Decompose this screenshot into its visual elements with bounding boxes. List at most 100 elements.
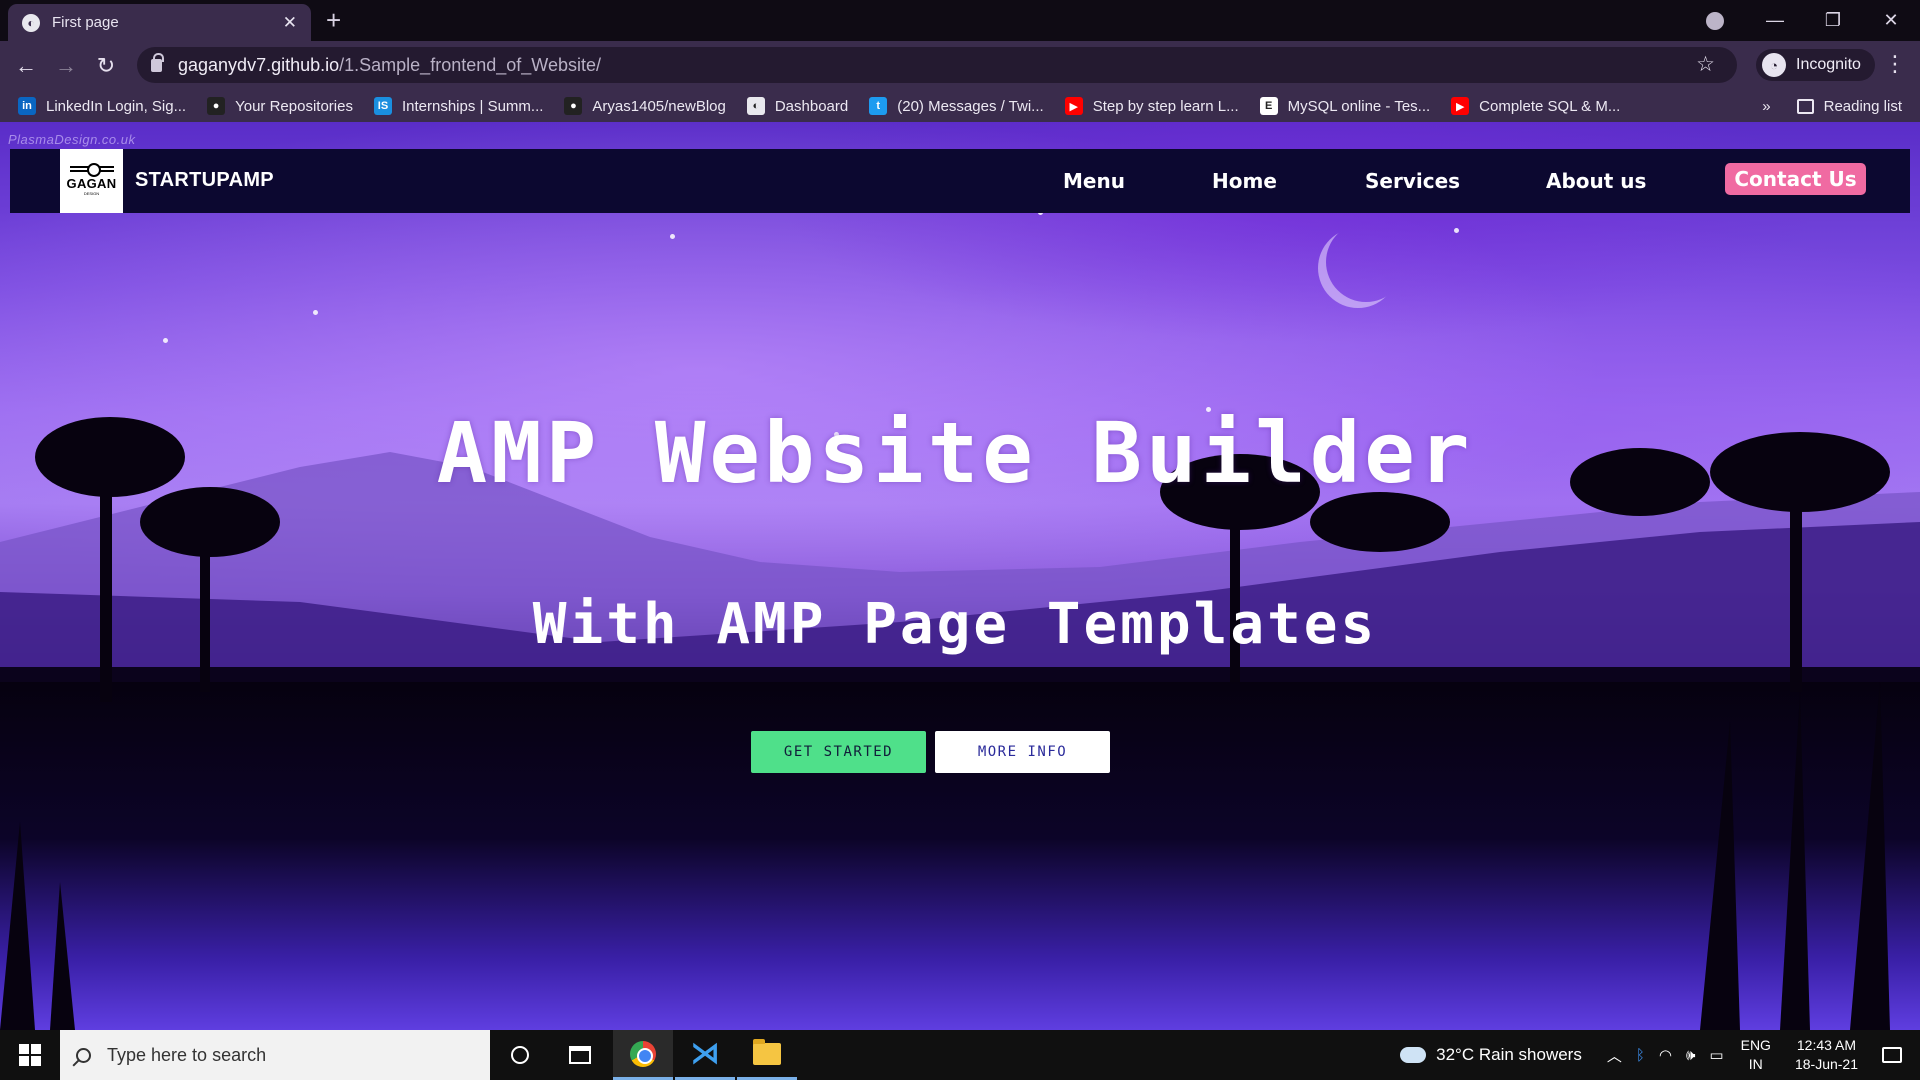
bookmark-item[interactable]: E MySQL online - Tes... bbox=[1259, 97, 1431, 115]
tab-strip: ◐ First page ✕ + — ❐ ✕ bbox=[0, 0, 1920, 41]
nav-menu[interactable]: Menu bbox=[1063, 169, 1125, 193]
bookmark-label: Step by step learn L... bbox=[1092, 97, 1239, 115]
reading-list-icon[interactable] bbox=[1796, 98, 1814, 114]
youtube-icon: ▶ bbox=[1451, 97, 1470, 115]
page-viewport: PlasmaDesign.co.uk GAGAN DESIGN STARTUPA… bbox=[0, 122, 1920, 1030]
clock-time: 12:43 AM bbox=[1796, 1037, 1857, 1053]
search-placeholder: Type here to search bbox=[107, 1044, 267, 1065]
bookmark-item[interactable]: IS Internships | Summ... bbox=[373, 97, 544, 115]
url-path: /1.Sample_frontend_of_Website/ bbox=[339, 54, 601, 75]
taskbar-search[interactable]: Type here to search bbox=[60, 1030, 490, 1080]
site-logo[interactable]: GAGAN DESIGN bbox=[60, 149, 123, 213]
e-icon: E bbox=[1259, 97, 1278, 115]
star-graphic bbox=[313, 310, 318, 315]
youtube-icon: ▶ bbox=[1064, 97, 1083, 115]
lang-code: ENG bbox=[1740, 1037, 1771, 1053]
browser-tab[interactable]: ◐ First page ✕ bbox=[8, 4, 311, 41]
close-tab-icon[interactable]: ✕ bbox=[283, 13, 297, 33]
brand-name[interactable]: STARTUPAMP bbox=[135, 169, 274, 192]
weather-widget[interactable]: 32°C Rain showers bbox=[1396, 1041, 1582, 1065]
bookmark-item[interactable]: ◐ Dashboard bbox=[746, 97, 849, 115]
bookmark-item[interactable]: ▶ Complete SQL & M... bbox=[1451, 97, 1620, 115]
window-controls: — ❐ ✕ bbox=[1706, 0, 1920, 41]
clock-date: 18-Jun-21 bbox=[1794, 1056, 1858, 1072]
nav-services[interactable]: Services bbox=[1365, 169, 1460, 193]
nav-about[interactable]: About us bbox=[1546, 169, 1646, 193]
vscode-icon: ⋊ bbox=[690, 1037, 720, 1070]
weather-text: 32°C Rain showers bbox=[1436, 1045, 1582, 1064]
hero-title: AMP Website Builder bbox=[436, 404, 1474, 502]
taskbar-vscode[interactable]: ⋊ bbox=[675, 1030, 735, 1080]
star-graphic bbox=[670, 234, 675, 239]
bookmark-item[interactable]: ● Aryas1405/newBlog bbox=[564, 97, 726, 115]
bookmark-label: Internships | Summ... bbox=[401, 97, 544, 115]
github-icon: ● bbox=[207, 97, 226, 115]
region-code: IN bbox=[1748, 1056, 1763, 1072]
bookmark-label: Dashboard bbox=[774, 97, 849, 115]
minimize-icon[interactable]: — bbox=[1746, 10, 1804, 31]
site-navbar: GAGAN DESIGN STARTUPAMP Menu Home Servic… bbox=[10, 149, 1910, 213]
back-icon[interactable]: ← bbox=[12, 53, 40, 79]
cortana-button[interactable] bbox=[490, 1030, 550, 1080]
chrome-icon bbox=[630, 1040, 656, 1067]
incognito-badge[interactable]: ◔ Incognito bbox=[1756, 49, 1875, 81]
windows-start-icon[interactable] bbox=[0, 1030, 60, 1080]
contact-us-button[interactable]: Contact Us bbox=[1725, 163, 1866, 195]
get-started-button[interactable]: GET STARTED bbox=[751, 731, 926, 773]
globe-icon: ◐ bbox=[22, 13, 40, 32]
profile-label: Incognito bbox=[1796, 56, 1861, 73]
language-indicator[interactable]: ENG IN bbox=[1741, 1036, 1771, 1074]
taskbar-file-explorer[interactable] bbox=[737, 1030, 797, 1080]
tab-title: First page bbox=[52, 14, 119, 31]
linkedin-icon: in bbox=[18, 97, 36, 115]
notification-icon[interactable] bbox=[1882, 1047, 1902, 1063]
logo-text: GAGAN bbox=[66, 176, 117, 191]
bookmark-label: Your Repositories bbox=[235, 97, 353, 115]
logo-subtext: DESIGN bbox=[83, 191, 100, 196]
restore-icon[interactable]: ❐ bbox=[1804, 10, 1862, 31]
reading-list-label[interactable]: Reading list bbox=[1824, 98, 1902, 115]
tab-search-icon[interactable] bbox=[1706, 11, 1724, 30]
twitter-icon: t bbox=[869, 97, 888, 115]
menu-kebab-icon[interactable]: ⋮ bbox=[1884, 52, 1906, 76]
cortana-icon bbox=[511, 1046, 529, 1064]
internshala-icon: IS bbox=[373, 97, 392, 115]
nav-home[interactable]: Home bbox=[1212, 169, 1277, 193]
bookmark-item[interactable]: ▶ Step by step learn L... bbox=[1064, 97, 1239, 115]
lock-icon[interactable] bbox=[151, 52, 164, 72]
bookmark-item[interactable]: t (20) Messages / Twi... bbox=[869, 97, 1044, 115]
globe-icon: ◐ bbox=[746, 97, 765, 115]
address-bar[interactable]: gaganydv7.github.io/1.Sample_frontend_of… bbox=[137, 47, 1737, 83]
taskbar-chrome[interactable] bbox=[613, 1030, 673, 1080]
bookmarks-bar: in LinkedIn Login, Sig... ● Your Repositori… bbox=[0, 90, 1920, 122]
bookmark-item[interactable]: ● Your Repositories bbox=[207, 97, 353, 115]
more-info-button[interactable]: MORE INFO bbox=[935, 731, 1110, 773]
system-tray: 32°C Rain showers ︿ ᛒ ◠ 🕪 ▭ ENG IN 12:43… bbox=[1396, 1030, 1920, 1080]
new-tab-button[interactable]: + bbox=[326, 6, 341, 34]
bookmark-item[interactable]: in LinkedIn Login, Sig... bbox=[18, 97, 186, 115]
bookmarks-overflow: » Reading list bbox=[1762, 90, 1902, 122]
chevron-up-icon[interactable]: ︿ bbox=[1607, 1045, 1622, 1066]
task-view-button[interactable] bbox=[550, 1030, 610, 1080]
github-icon: ● bbox=[564, 97, 583, 115]
url-text[interactable]: gaganydv7.github.io/1.Sample_frontend_of… bbox=[178, 55, 601, 76]
wifi-icon[interactable]: ◠ bbox=[1659, 1046, 1672, 1064]
moon-graphic bbox=[1326, 222, 1406, 302]
clock[interactable]: 12:43 AM 18-Jun-21 bbox=[1795, 1036, 1858, 1074]
bookmark-label: (20) Messages / Twi... bbox=[897, 97, 1044, 115]
forward-icon[interactable]: → bbox=[52, 53, 80, 79]
reload-icon[interactable]: ↻ bbox=[92, 53, 120, 79]
chevron-double-right-icon[interactable]: » bbox=[1762, 98, 1770, 115]
hero-subtitle: With AMP Page Templates bbox=[532, 592, 1378, 657]
volume-icon[interactable]: 🕪 bbox=[1686, 1047, 1695, 1064]
battery-icon[interactable]: ▭ bbox=[1709, 1046, 1723, 1064]
url-host: gaganydv7.github.io bbox=[178, 54, 340, 75]
bluetooth-icon[interactable]: ᛒ bbox=[1636, 1047, 1645, 1064]
weather-cloud-icon bbox=[1396, 1041, 1427, 1063]
task-view-icon bbox=[569, 1046, 591, 1064]
bookmark-label: MySQL online - Tes... bbox=[1287, 97, 1431, 115]
incognito-icon: ◔ bbox=[1762, 53, 1786, 77]
bookmark-star-icon[interactable]: ☆ bbox=[1696, 52, 1715, 77]
close-window-icon[interactable]: ✕ bbox=[1862, 10, 1920, 31]
star-graphic bbox=[1454, 228, 1459, 233]
